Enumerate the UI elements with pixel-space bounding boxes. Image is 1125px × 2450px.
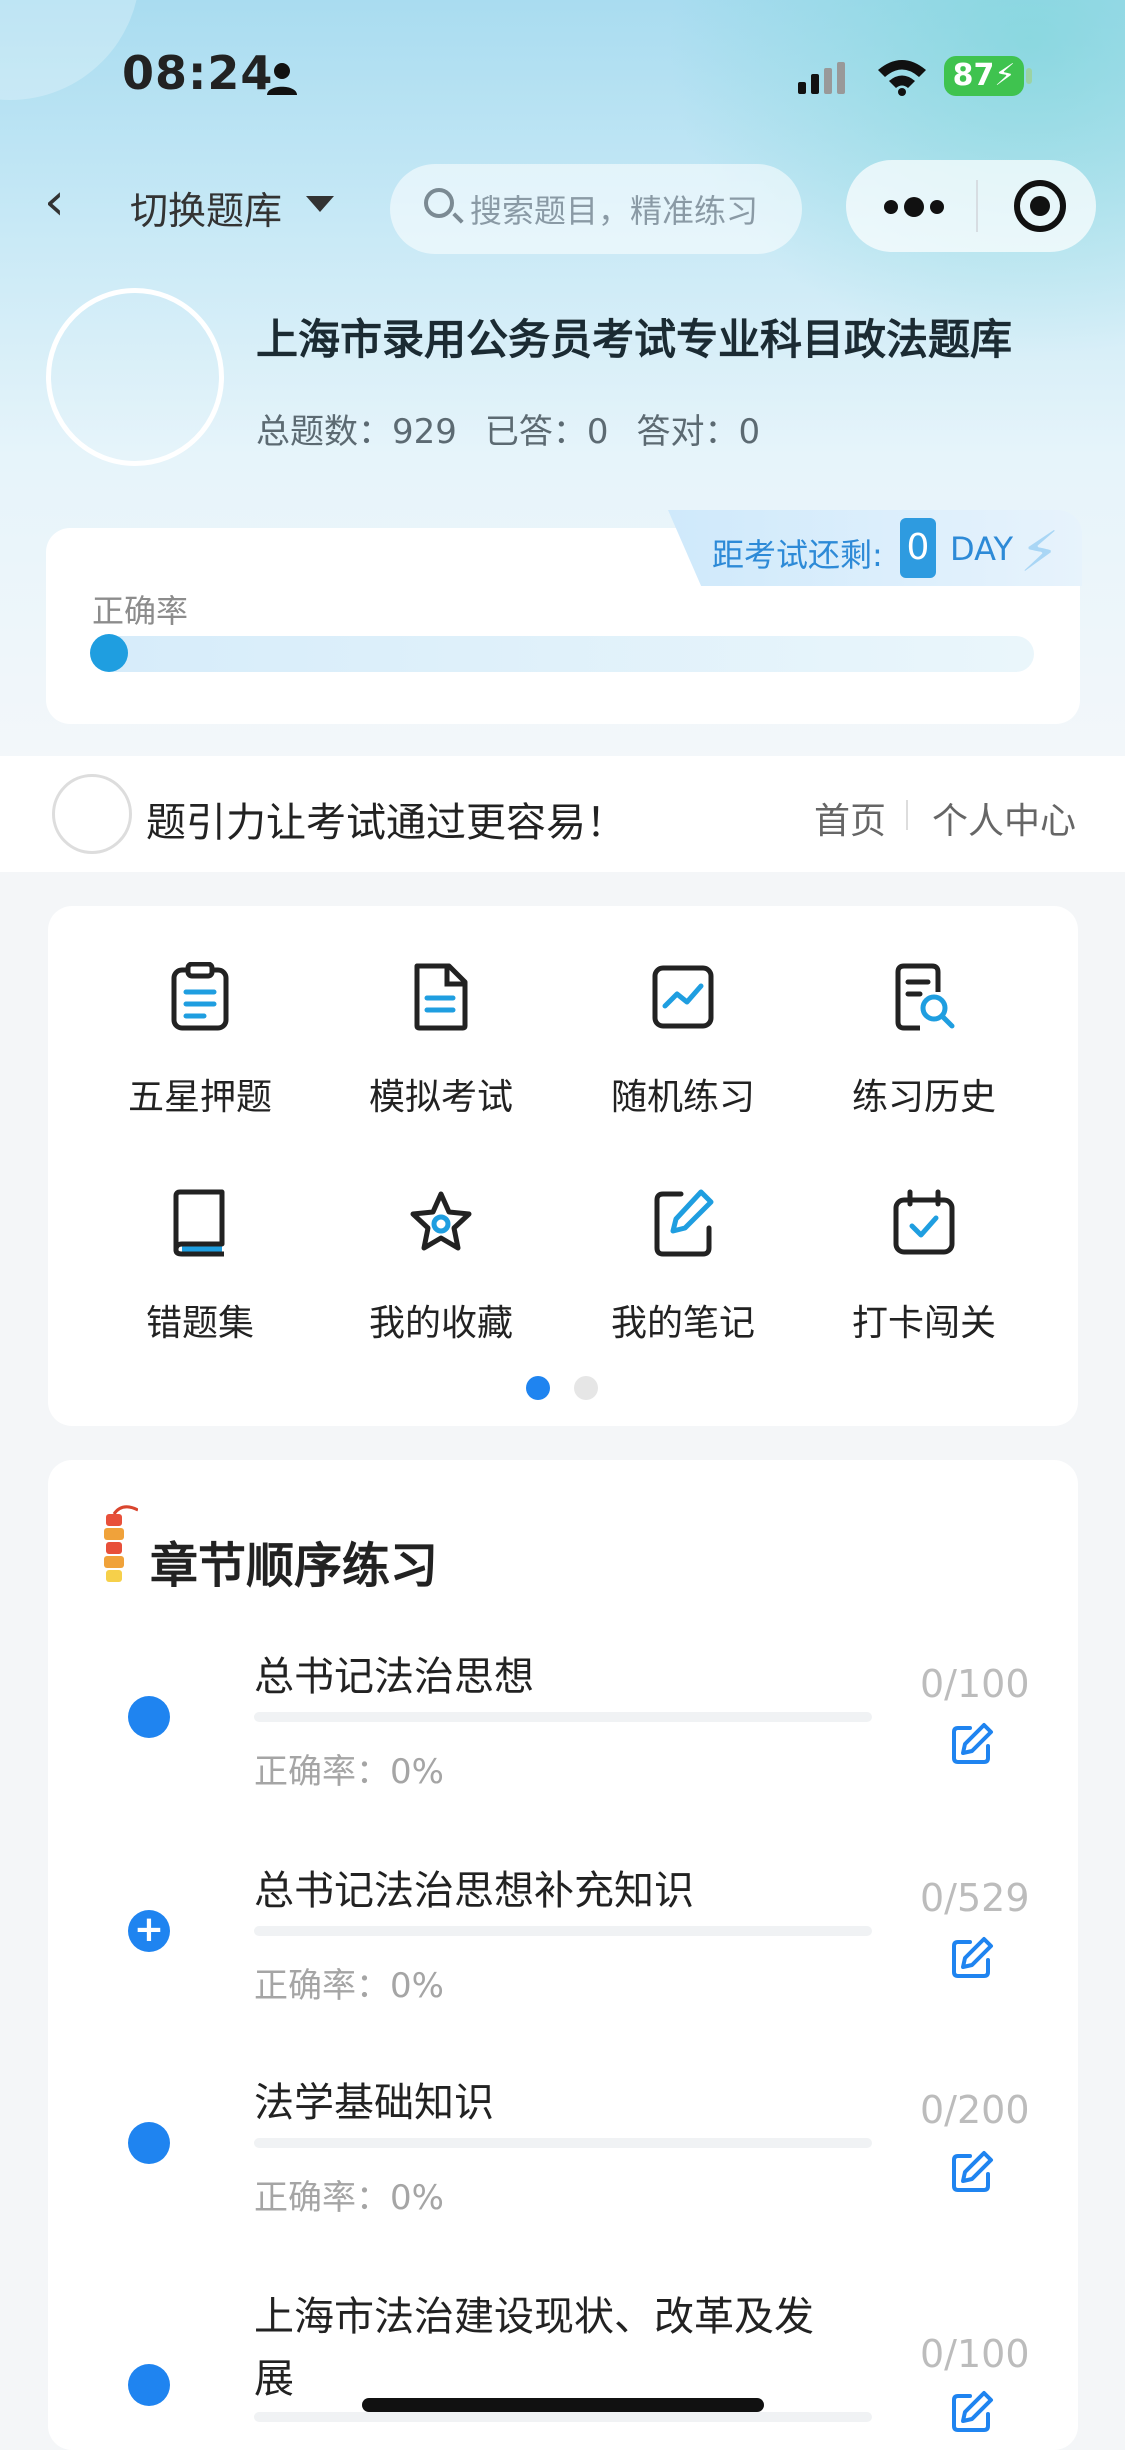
grid-item-mock-exam[interactable]: 模拟考试 — [341, 962, 541, 1120]
battery-tip — [1026, 68, 1032, 84]
cellular-signal-icon — [798, 62, 845, 94]
chapter-progress-bar — [254, 1926, 872, 1936]
accuracy-progress-bar — [92, 636, 1034, 672]
nav-divider — [906, 800, 908, 830]
correct-count: 答对：0 — [636, 412, 761, 452]
grid-item-random-practice[interactable]: 随机练习 — [583, 962, 783, 1120]
chapter-status-dot — [128, 2122, 170, 2164]
grid-item-favorites[interactable]: 我的收藏 — [341, 1188, 541, 1346]
chapter-accuracy: 正确率：0% — [254, 1966, 444, 2006]
chapter-name[interactable]: 总书记法治思想 — [254, 1644, 534, 1702]
search-placeholder[interactable]: 搜索题目，精准练习 — [470, 186, 758, 232]
grid-item-wrong-set[interactable]: 错题集 — [100, 1188, 300, 1346]
countdown-label: 距考试还剩: — [712, 536, 883, 574]
avatar — [46, 288, 224, 466]
grid-item-label: 我的收藏 — [368, 1303, 513, 1344]
brand-logo — [52, 774, 132, 854]
personal-center-link[interactable]: 个人中心 — [932, 792, 1076, 844]
document-icon — [414, 963, 468, 1031]
chapter-name[interactable]: 总书记法治思想补充知识 — [254, 1858, 694, 1916]
page-indicator-inactive[interactable] — [574, 1376, 598, 1400]
firecracker-icon — [104, 1505, 138, 1582]
chapter-status-dot — [128, 1696, 170, 1738]
lightning-icon: ⚡ — [1020, 520, 1060, 585]
grid-item-five-star[interactable]: 五星押题 — [100, 961, 300, 1120]
brand-slogan: 题引力让考试通过更容易！ — [146, 800, 626, 846]
chapter-status-dot — [128, 2364, 170, 2406]
chapter-name-line2[interactable]: 展 — [254, 2346, 294, 2404]
chapter-section-title: 章节顺序练习 — [150, 1538, 439, 1594]
chapter-progress-count: 0/100 — [920, 2332, 1030, 2376]
home-link[interactable]: 首页 — [814, 792, 886, 844]
bank-title: 上海市录用公务员考试专业科目政法题库 — [256, 315, 1013, 364]
accuracy-progress-knob — [90, 634, 128, 672]
search-icon — [424, 188, 454, 218]
chapter-progress-count: 0/100 — [920, 1662, 1030, 1706]
grid-item-label: 随机练习 — [610, 1077, 755, 1118]
calendar-check-icon — [893, 1189, 955, 1255]
star-icon — [410, 1191, 472, 1251]
grid-item-label: 我的笔记 — [610, 1303, 755, 1344]
battery-indicator: 87⚡ — [944, 56, 1024, 96]
chapter-accuracy: 正确率：0% — [254, 1752, 444, 1792]
countdown-value: 0 — [900, 518, 936, 578]
chapter-name[interactable]: 法学基础知识 — [254, 2070, 494, 2128]
chapter-progress-bar — [254, 1712, 872, 1722]
chapter-accuracy: 正确率：0% — [254, 2178, 444, 2218]
close-miniprogram-icon[interactable] — [1014, 180, 1066, 232]
wifi-icon — [878, 60, 926, 96]
grid-item-notes[interactable]: 我的笔记 — [583, 1188, 783, 1346]
capsule-divider — [976, 180, 978, 232]
bank-stats: 总题数：929 已答：0 答对：0 — [256, 404, 788, 453]
chapter-progress-count: 0/200 — [920, 2088, 1030, 2132]
chapter-name-line1[interactable]: 上海市法治建设现状、改革及发 — [254, 2284, 814, 2342]
book-icon — [173, 1189, 225, 1257]
edit-icon[interactable] — [950, 2150, 994, 2194]
grid-item-label: 错题集 — [145, 1303, 254, 1344]
chapter-progress-bar — [254, 2138, 872, 2148]
grid-item-label: 打卡闯关 — [851, 1303, 996, 1344]
more-icon[interactable] — [884, 196, 950, 217]
edit-icon[interactable] — [950, 1936, 994, 1980]
page-indicator-active[interactable] — [526, 1376, 550, 1400]
clipboard-icon — [171, 961, 229, 1031]
history-search-icon — [895, 963, 955, 1031]
chapter-progress-bar — [254, 2412, 872, 2422]
status-time: 08:24 — [122, 46, 274, 100]
home-indicator[interactable] — [362, 2398, 764, 2412]
chapter-progress-count: 0/529 — [920, 1876, 1030, 1920]
grid-item-checkin[interactable]: 打卡闯关 — [824, 1188, 1024, 1346]
answered-count: 已答：0 — [484, 412, 609, 452]
grid-item-practice-history[interactable]: 练习历史 — [824, 962, 1024, 1120]
note-edit-icon — [654, 1189, 714, 1257]
person-icon — [267, 63, 297, 95]
grid-item-label: 模拟考试 — [368, 1077, 513, 1118]
edit-icon[interactable] — [950, 2390, 994, 2434]
trend-chart-icon — [652, 965, 714, 1029]
switch-bank-button[interactable]: 切换题库 — [130, 180, 282, 235]
back-icon[interactable]: ‹ — [44, 172, 84, 232]
expand-plus-icon[interactable]: + — [128, 1910, 170, 1952]
accuracy-label: 正确率 — [92, 592, 189, 630]
grid-item-label: 五星押题 — [127, 1077, 272, 1118]
grid-item-label: 练习历史 — [851, 1077, 996, 1118]
caret-down-icon[interactable] — [306, 196, 334, 212]
edit-icon[interactable] — [950, 1722, 994, 1766]
countdown-unit: DAY — [950, 530, 1014, 568]
total-count: 总题数：929 — [256, 412, 457, 452]
